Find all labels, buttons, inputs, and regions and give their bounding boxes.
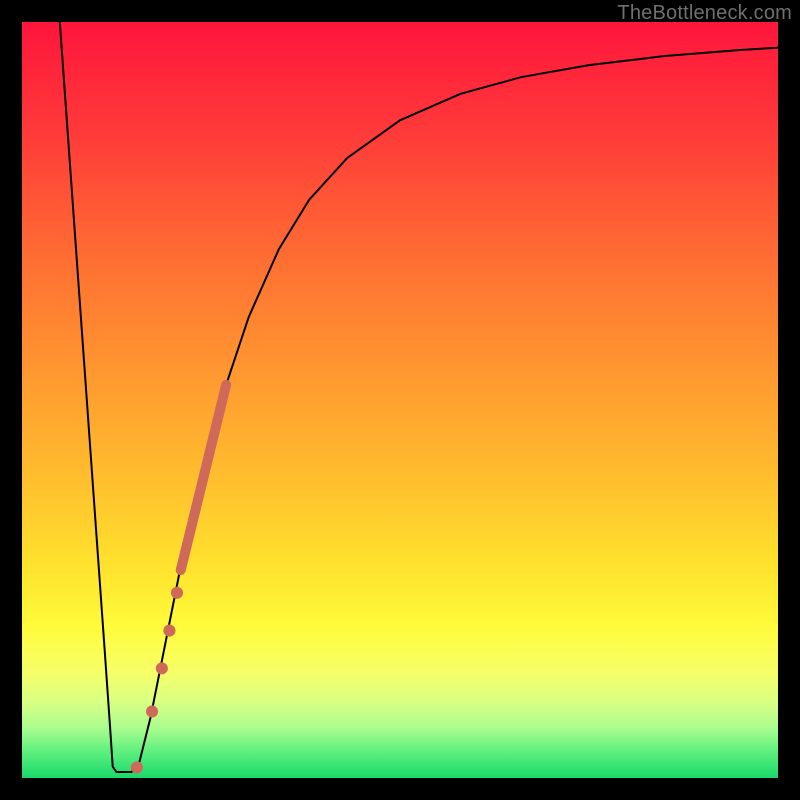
chart-frame: TheBottleneck.com [0, 0, 800, 800]
bottleneck-chart [22, 22, 778, 778]
gradient-bg [22, 22, 778, 778]
marker-dot [131, 761, 143, 773]
attribution-text: TheBottleneck.com [617, 2, 792, 25]
marker-dot [171, 587, 183, 599]
marker-dot [163, 625, 175, 637]
marker-dot [146, 705, 158, 717]
marker-dot [156, 662, 168, 674]
